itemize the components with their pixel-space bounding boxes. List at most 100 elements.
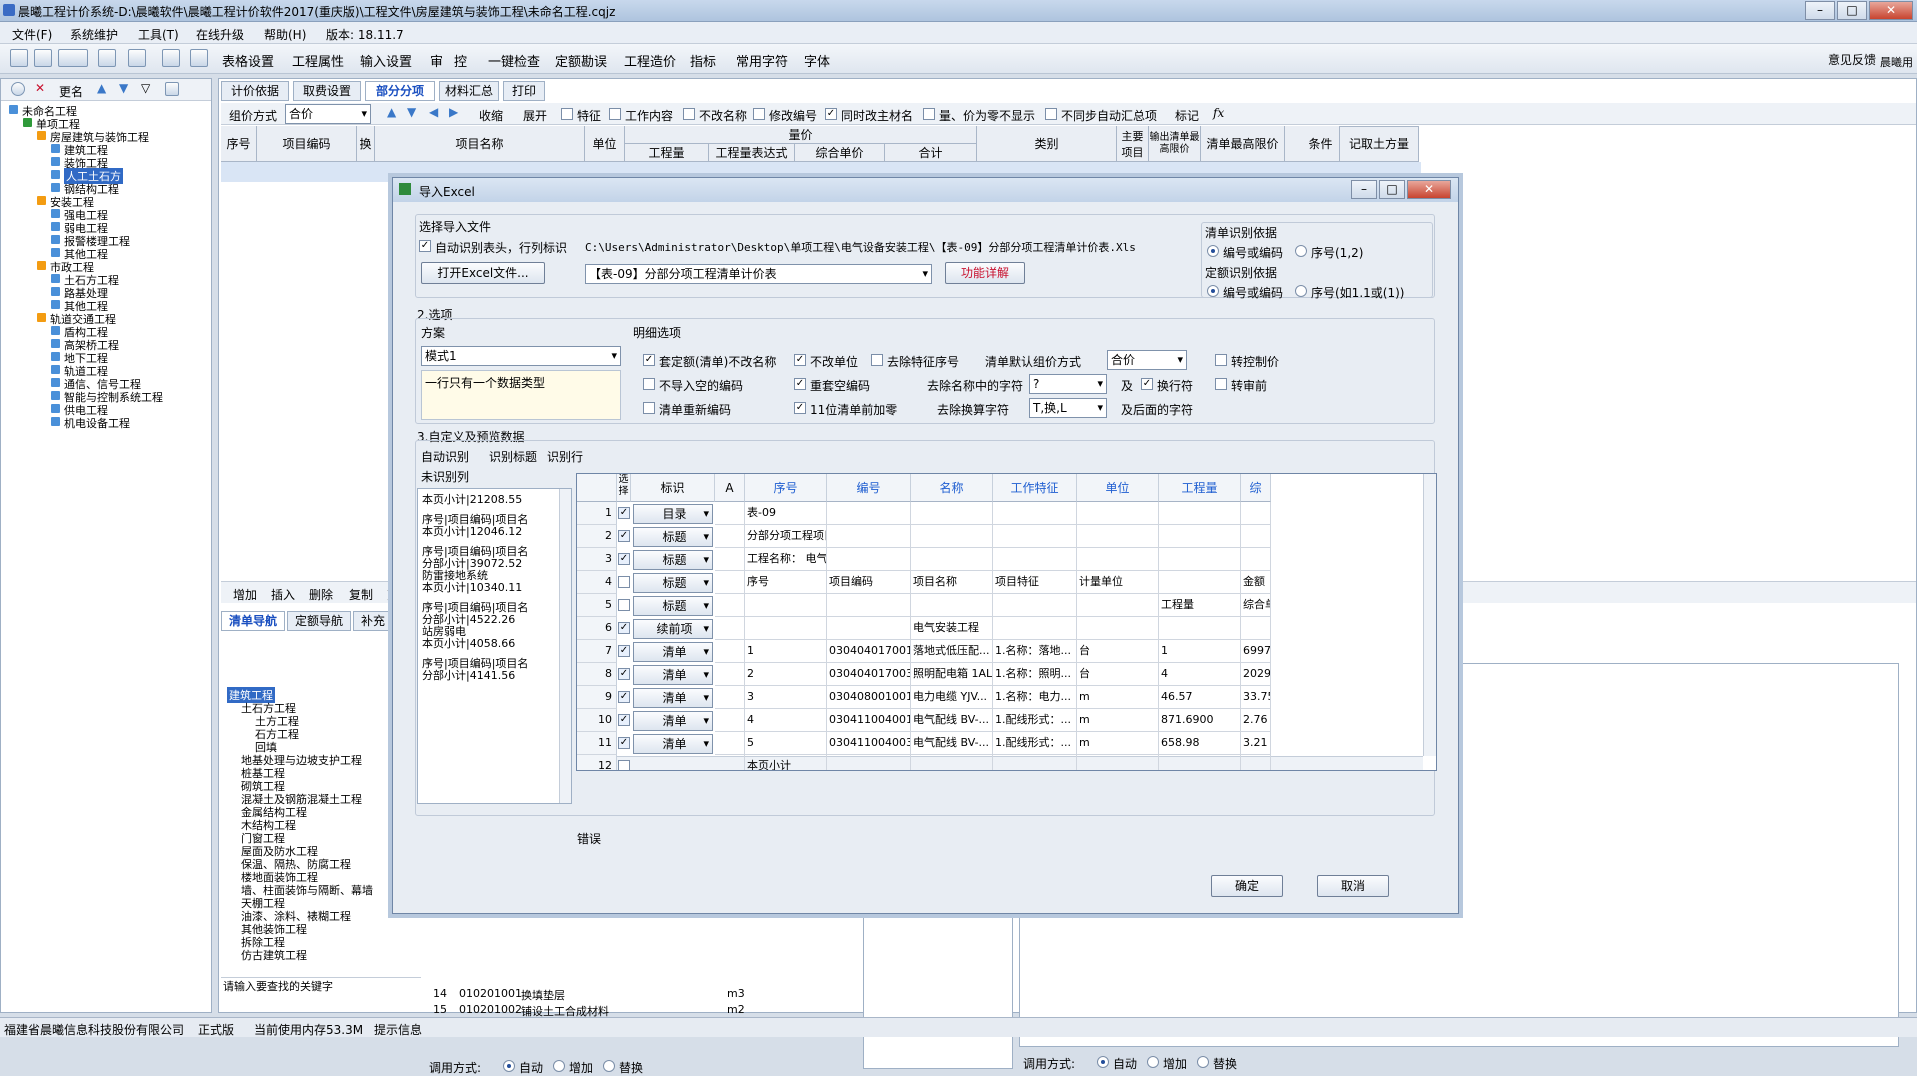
- row-tag-select[interactable]: 标题: [633, 573, 713, 593]
- grid-cell[interactable]: 序号: [745, 571, 827, 594]
- row-select-checkbox[interactable]: ✓: [618, 714, 630, 726]
- grid-cell[interactable]: 658.98: [1159, 732, 1241, 755]
- export-icon[interactable]: [190, 49, 208, 67]
- toolbar-input-settings[interactable]: 输入设置: [360, 51, 412, 70]
- grid-cell[interactable]: 台: [1077, 663, 1159, 686]
- fx-button[interactable]: fx: [1213, 106, 1224, 120]
- open-icon[interactable]: [34, 49, 52, 67]
- grid-cell[interactable]: [1077, 502, 1159, 525]
- search-input[interactable]: 请输入要查找的关键字: [221, 977, 421, 995]
- grid-cell[interactable]: 030408001001: [827, 686, 911, 709]
- remove-chars-select[interactable]: ?: [1029, 374, 1107, 394]
- grid-cell[interactable]: [911, 502, 993, 525]
- grid-cell[interactable]: [1241, 548, 1271, 571]
- pad-zero-checkbox[interactable]: ✓: [794, 402, 806, 414]
- reapply-empty-code-checkbox[interactable]: ✓: [794, 378, 806, 390]
- to-control-price-checkbox[interactable]: [1215, 354, 1227, 366]
- grid-cell[interactable]: 33.75: [1241, 686, 1271, 709]
- new-icon[interactable]: [10, 49, 28, 67]
- row-tag-select[interactable]: 标题: [633, 596, 713, 616]
- grid-cell[interactable]: [993, 617, 1077, 640]
- move-down-icon[interactable]: ▼: [119, 81, 128, 95]
- grid-cell[interactable]: 电气配线 BV-...: [911, 709, 993, 732]
- filter-icon[interactable]: ▽: [141, 81, 150, 95]
- toolbar-font[interactable]: 字体: [804, 51, 830, 70]
- tab-sub-items[interactable]: 部分分项: [365, 81, 435, 101]
- grid-cell[interactable]: [827, 502, 911, 525]
- toolbar-review[interactable]: 审: [430, 51, 443, 70]
- grid-cell[interactable]: [1077, 594, 1159, 617]
- grid-cell[interactable]: 工程量: [1159, 594, 1241, 617]
- quota-basis-seq-radio[interactable]: [1295, 285, 1307, 297]
- nav-tree-node[interactable]: 仿古建筑工程: [241, 947, 307, 963]
- call-mode-auto-radio[interactable]: [503, 1060, 515, 1072]
- calc-icon[interactable]: [162, 49, 180, 67]
- grid-cell[interactable]: 030404017003: [827, 663, 911, 686]
- grid-cell[interactable]: 030404017001: [827, 640, 911, 663]
- grid-cell[interactable]: [1241, 617, 1271, 640]
- no-sync-checkbox[interactable]: [1045, 108, 1057, 120]
- feature-checkbox[interactable]: [561, 108, 573, 120]
- row-tag-select[interactable]: 标题: [633, 527, 713, 547]
- feedback-button[interactable]: 意见反馈: [1828, 51, 1876, 68]
- grid-cell[interactable]: m: [1077, 686, 1159, 709]
- view-icon[interactable]: [165, 82, 179, 96]
- rename-button[interactable]: 更名: [59, 83, 83, 100]
- grid-cell[interactable]: 871.6900: [1159, 709, 1241, 732]
- delete-icon[interactable]: ✕: [35, 81, 45, 95]
- menu-tools[interactable]: 工具(T): [138, 26, 179, 43]
- row-tag-select[interactable]: 标题: [633, 550, 713, 570]
- keep-unit-checkbox[interactable]: ✓: [794, 354, 806, 366]
- tree-node[interactable]: 机电设备工程: [64, 415, 130, 431]
- grid-cell[interactable]: 落地式低压配...: [911, 640, 993, 663]
- grid-cell[interactable]: 工程名称： 电气设: [745, 548, 827, 571]
- toolbar-one-click-check[interactable]: 一键检查: [488, 51, 540, 70]
- grid-cell[interactable]: 金额（: [1241, 571, 1271, 594]
- unrecognized-item[interactable]: 本页小计|4058.66: [422, 635, 515, 651]
- add-icon[interactable]: [11, 82, 25, 96]
- row-select-checkbox[interactable]: ✓: [618, 553, 630, 565]
- grid-cell[interactable]: [827, 755, 911, 770]
- row-select-checkbox[interactable]: ✓: [618, 737, 630, 749]
- call-mode-add-radio[interactable]: [553, 1060, 565, 1072]
- grid-vscroll[interactable]: [1423, 474, 1436, 756]
- grid-cell[interactable]: 1.名称：落地...: [993, 640, 1077, 663]
- row-tag-select[interactable]: 目录: [633, 504, 713, 524]
- row-tag-select[interactable]: 续前项: [633, 619, 713, 639]
- toolbar-quota-errata[interactable]: 定额勘误: [555, 51, 607, 70]
- grid-cell[interactable]: 46.57: [1159, 686, 1241, 709]
- dialog-minimize-button[interactable]: –: [1351, 180, 1377, 199]
- cancel-button[interactable]: 取消: [1317, 875, 1389, 897]
- edit-code-checkbox[interactable]: [753, 108, 765, 120]
- nav-last-icon[interactable]: ▶: [449, 105, 458, 119]
- toolbar-control[interactable]: 控: [454, 51, 467, 70]
- grid-cell[interactable]: 项目名称: [911, 571, 993, 594]
- tab-quota-nav[interactable]: 定额导航: [287, 611, 351, 631]
- row-tag-select[interactable]: 清单: [633, 711, 713, 731]
- menu-help[interactable]: 帮助(H): [264, 26, 306, 43]
- tab-list-nav[interactable]: 清单导航: [221, 611, 285, 631]
- row-select-checkbox[interactable]: ✓: [618, 668, 630, 680]
- close-button[interactable]: ✕: [1869, 1, 1913, 20]
- grid-cell[interactable]: 2029.5: [1241, 663, 1271, 686]
- preview-grid[interactable]: 选择标识A序号编号名称工作特征单位工程量综1✓目录表-092✓标题分部分项工程项…: [576, 473, 1437, 771]
- list-basis-seq-radio[interactable]: [1295, 245, 1307, 257]
- grid-cell[interactable]: 1.配线形式：...: [993, 709, 1077, 732]
- copy-row-button[interactable]: 复制: [349, 586, 373, 603]
- grid-cell[interactable]: 1: [745, 640, 827, 663]
- scheme-select[interactable]: 模式1: [421, 346, 621, 366]
- dialog-maximize-button[interactable]: □: [1379, 180, 1405, 199]
- grid-cell[interactable]: 3.21: [1241, 732, 1271, 755]
- grid-cell[interactable]: 照明配电箱 1AL1: [911, 663, 993, 686]
- grid-cell[interactable]: [1159, 617, 1241, 640]
- grid-cell[interactable]: 2.76: [1241, 709, 1271, 732]
- row-tag-select[interactable]: 清单: [633, 734, 713, 754]
- add-row-button[interactable]: 增加: [233, 586, 257, 603]
- keep-quota-name-checkbox[interactable]: ✓: [643, 354, 655, 366]
- grid-cell[interactable]: m: [1077, 709, 1159, 732]
- preview-tab-title[interactable]: 识别标题: [489, 448, 537, 465]
- grid-cell[interactable]: 计量单位: [1077, 571, 1159, 594]
- grid-cell[interactable]: 2: [745, 663, 827, 686]
- grid-cell[interactable]: [993, 755, 1077, 770]
- tab-print[interactable]: 打印: [503, 81, 545, 101]
